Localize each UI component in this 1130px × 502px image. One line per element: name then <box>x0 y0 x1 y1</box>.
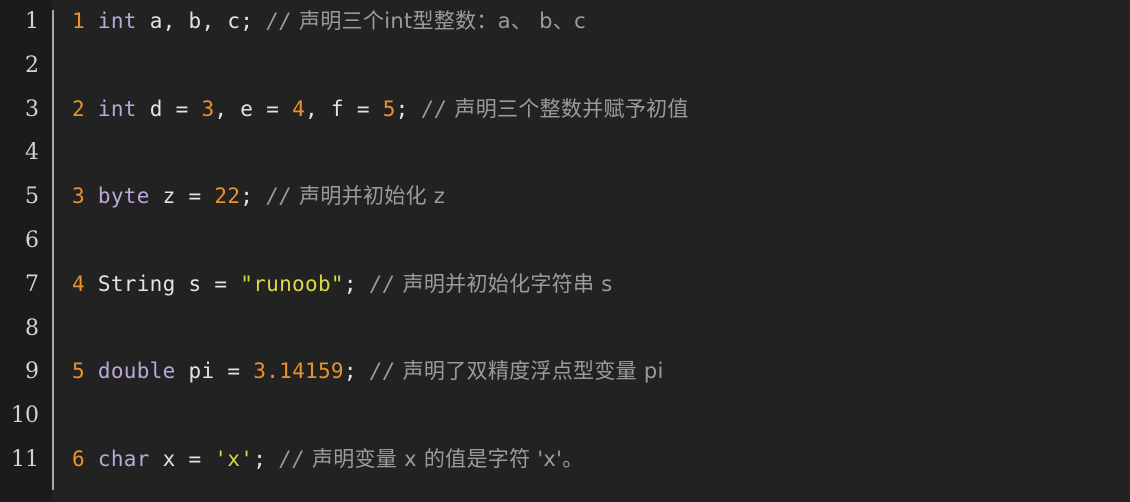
code-line: 3 byte z = 22; // 声明并初始化 z <box>72 175 1130 219</box>
token-comment: 声明并初始化字符串 s <box>395 271 613 296</box>
token-number: 22 <box>214 184 241 209</box>
token-plain: ; <box>343 271 370 296</box>
line-number: 11 <box>11 446 39 472</box>
token-plain: ; <box>395 96 422 121</box>
token-plain: d = <box>136 96 202 121</box>
token-comment: 声明三个整数并赋予初值 <box>447 96 689 121</box>
token-comment: 声明三个int型整数：a、 b、c <box>292 9 586 33</box>
token-plain: ; <box>343 359 370 384</box>
code-line: 1 int a, b, c; // 声明三个int型整数：a、 b、c <box>72 0 1130 44</box>
token-number: 3 <box>201 96 215 121</box>
token-plain: , e = <box>214 96 293 121</box>
line-number: 8 <box>25 315 39 341</box>
line-number: 4 <box>25 140 39 166</box>
line-number: 10 <box>11 403 39 429</box>
token-keyword: char <box>97 446 150 471</box>
line-number: 5 <box>25 184 39 210</box>
token-step: 6 <box>72 446 85 471</box>
line-number-gutter: 1 2 3 4 5 6 7 8 9 10 11 <box>0 0 52 502</box>
token-step: 3 <box>72 184 85 209</box>
token-plain: pi = <box>175 359 254 384</box>
token-step: 5 <box>72 359 85 384</box>
code-line: 5 double pi = 3.14159; // 声明了双精度浮点型变量 pi <box>72 350 1130 394</box>
token-keyword: int <box>97 9 137 33</box>
line-number: 3 <box>25 96 39 122</box>
token-comment-slash: // <box>266 184 293 209</box>
code-line: 4 String s = "runoob"; // 声明并初始化字符串 s <box>72 263 1130 307</box>
token-comment: 声明并初始化 z <box>292 184 446 209</box>
line-number: 7 <box>25 271 39 297</box>
token-comment: 声明了双精度浮点型变量 pi <box>395 359 664 384</box>
token-plain: a, b, c; <box>136 9 267 33</box>
code-line: 2 int d = 3, e = 4, f = 5; // 声明三个整数并赋予初… <box>72 88 1130 132</box>
token-keyword: byte <box>97 184 150 209</box>
token-comment-slash: // <box>369 359 396 384</box>
token-comment-slash: // <box>279 446 306 471</box>
code-editor: 1 2 3 4 5 6 7 8 9 10 11 1 int a, b, c; // 声明三个int型… <box>0 0 1130 502</box>
line-number: 2 <box>25 52 39 78</box>
token-string: "runoob" <box>240 271 344 296</box>
token-plain: String s = <box>84 271 241 296</box>
token-plain: , f = <box>305 96 383 121</box>
line-number: 6 <box>25 227 39 253</box>
token-comment-slash: // <box>369 271 396 296</box>
token-comment-slash: // <box>266 9 293 33</box>
line-number: 9 <box>25 359 39 385</box>
line-number: 1 <box>25 9 39 34</box>
token-number: 3.14159 <box>253 359 344 384</box>
token-plain: z = <box>149 184 215 209</box>
token-comment: 声明变量 x 的值是字符 'x'。 <box>305 446 584 471</box>
token-keyword: int <box>97 96 137 121</box>
token-plain: x = <box>149 446 215 471</box>
token-plain: ; <box>253 446 280 471</box>
token-number: 5 <box>382 96 396 121</box>
token-string: 'x' <box>214 446 254 471</box>
token-plain: ; <box>240 184 267 209</box>
token-number: 4 <box>292 96 306 121</box>
token-step: 1 <box>72 9 85 33</box>
code-content-area[interactable]: 1 int a, b, c; // 声明三个int型整数：a、 b、c 2 in… <box>52 0 1130 502</box>
token-keyword: double <box>97 359 176 384</box>
code-line: 6 char x = 'x'; // 声明变量 x 的值是字符 'x'。 <box>72 438 1130 482</box>
token-step: 2 <box>72 96 85 121</box>
token-step: 4 <box>72 271 85 296</box>
token-comment-slash: // <box>421 96 448 121</box>
